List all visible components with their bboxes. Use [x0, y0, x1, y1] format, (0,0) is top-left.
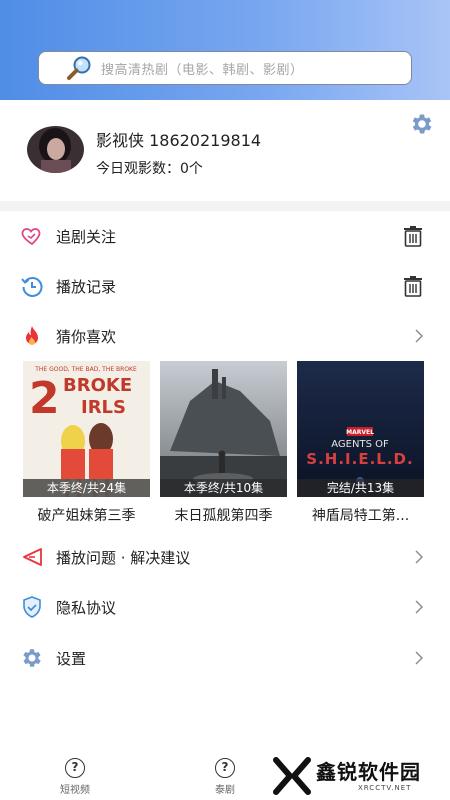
avatar[interactable] [27, 126, 84, 173]
recommendation-card[interactable]: THE GOOD, THE BAD, THE BROKE 2 BROKE IRL… [23, 361, 150, 527]
watermark: 鑫锐软件园 XRCCTV.NET [272, 756, 442, 796]
nav-item-thai-drama[interactable]: ? 泰剧 [195, 758, 255, 798]
menu-item-feedback[interactable]: 播放问题 · 解决建议 [0, 535, 450, 579]
menu-item-settings[interactable]: 设置 [0, 636, 450, 680]
trash-icon[interactable] [402, 275, 424, 297]
nav-label: 泰剧 [215, 785, 235, 796]
megaphone-icon [23, 548, 42, 566]
svg-text:AGENTS OF: AGENTS OF [331, 439, 389, 450]
nav-item-short-video[interactable]: ? 短视频 [45, 758, 105, 798]
history-clock-icon [21, 277, 43, 297]
profile-card: 影视侠 18620219814 今日观影数：0个 [0, 100, 450, 201]
heart-icon [21, 228, 41, 246]
shield-icon [23, 596, 41, 618]
menu-label-follow: 追剧关注 [56, 227, 117, 246]
menu-label-privacy: 隐私协议 [56, 598, 117, 617]
episode-badge: 本季终/共10集 [160, 479, 287, 497]
menu-item-follow[interactable]: 追剧关注 [0, 214, 450, 258]
watermark-url: XRCCTV.NET [358, 784, 412, 792]
trash-icon[interactable] [402, 225, 424, 247]
recommendation-card[interactable]: MARVEL AGENTS OF S.H.I.E.L.D. 完结/共13集 神盾… [297, 361, 424, 527]
watermark-logo-icon [273, 757, 311, 795]
settings-gear-icon[interactable] [409, 111, 435, 137]
chevron-right-icon [415, 329, 423, 343]
recommendation-list: THE GOOD, THE BAD, THE BROKE 2 BROKE IRL… [0, 361, 450, 531]
chevron-right-icon [415, 651, 423, 665]
chevron-right-icon [415, 600, 423, 614]
flame-icon [26, 326, 38, 345]
card-title: 破产姐妹第三季 [37, 508, 136, 524]
section-divider [0, 201, 450, 211]
menu-label-guess: 猜你喜欢 [56, 327, 117, 346]
svg-text:IRLS: IRLS [81, 397, 126, 418]
menu-item-history[interactable]: 播放记录 [0, 264, 450, 308]
poster-caption: THE GOOD, THE BAD, THE BROKE [34, 366, 137, 373]
search-bar[interactable]: 搜高清热剧（电影、韩剧、影剧） [38, 51, 412, 85]
recommendation-card[interactable]: 本季终/共10集 末日孤舰第四季 [160, 361, 287, 527]
card-title: 神盾局特工第... [311, 508, 410, 524]
poster-image [160, 361, 287, 497]
menu-label-history: 播放记录 [56, 277, 117, 296]
watch-count: 今日观影数：0个 [96, 161, 203, 177]
svg-text:BROKE: BROKE [63, 375, 132, 396]
episode-badge: 本季终/共24集 [23, 479, 150, 497]
menu-item-guess[interactable]: 猜你喜欢 [0, 314, 450, 358]
poster-image: MARVEL AGENTS OF S.H.I.E.L.D. [297, 361, 424, 497]
svg-text:2: 2 [29, 373, 60, 424]
watermark-brand: 鑫锐软件园 [316, 760, 421, 784]
question-icon: ? [65, 758, 85, 778]
profile-name: 影视侠 18620219814 [96, 131, 262, 150]
episode-badge: 完结/共13集 [297, 479, 424, 497]
search-placeholder: 搜高清热剧（电影、韩剧、影剧） [101, 62, 304, 78]
chevron-right-icon [415, 550, 423, 564]
svg-text:S.H.I.E.L.D.: S.H.I.E.L.D. [306, 450, 413, 468]
nav-label: 短视频 [60, 785, 90, 796]
poster-caption: MARVEL [346, 429, 374, 436]
search-icon [67, 56, 91, 80]
card-title: 末日孤舰第四季 [174, 508, 273, 524]
menu-item-privacy[interactable]: 隐私协议 [0, 585, 450, 629]
gear-icon [23, 649, 41, 667]
poster-image: THE GOOD, THE BAD, THE BROKE 2 BROKE IRL… [23, 361, 150, 497]
menu-label-settings: 设置 [56, 649, 87, 668]
menu-label-feedback: 播放问题 · 解决建议 [56, 548, 191, 567]
question-icon: ? [215, 758, 235, 778]
header-banner: 搜高清热剧（电影、韩剧、影剧） [0, 0, 450, 100]
